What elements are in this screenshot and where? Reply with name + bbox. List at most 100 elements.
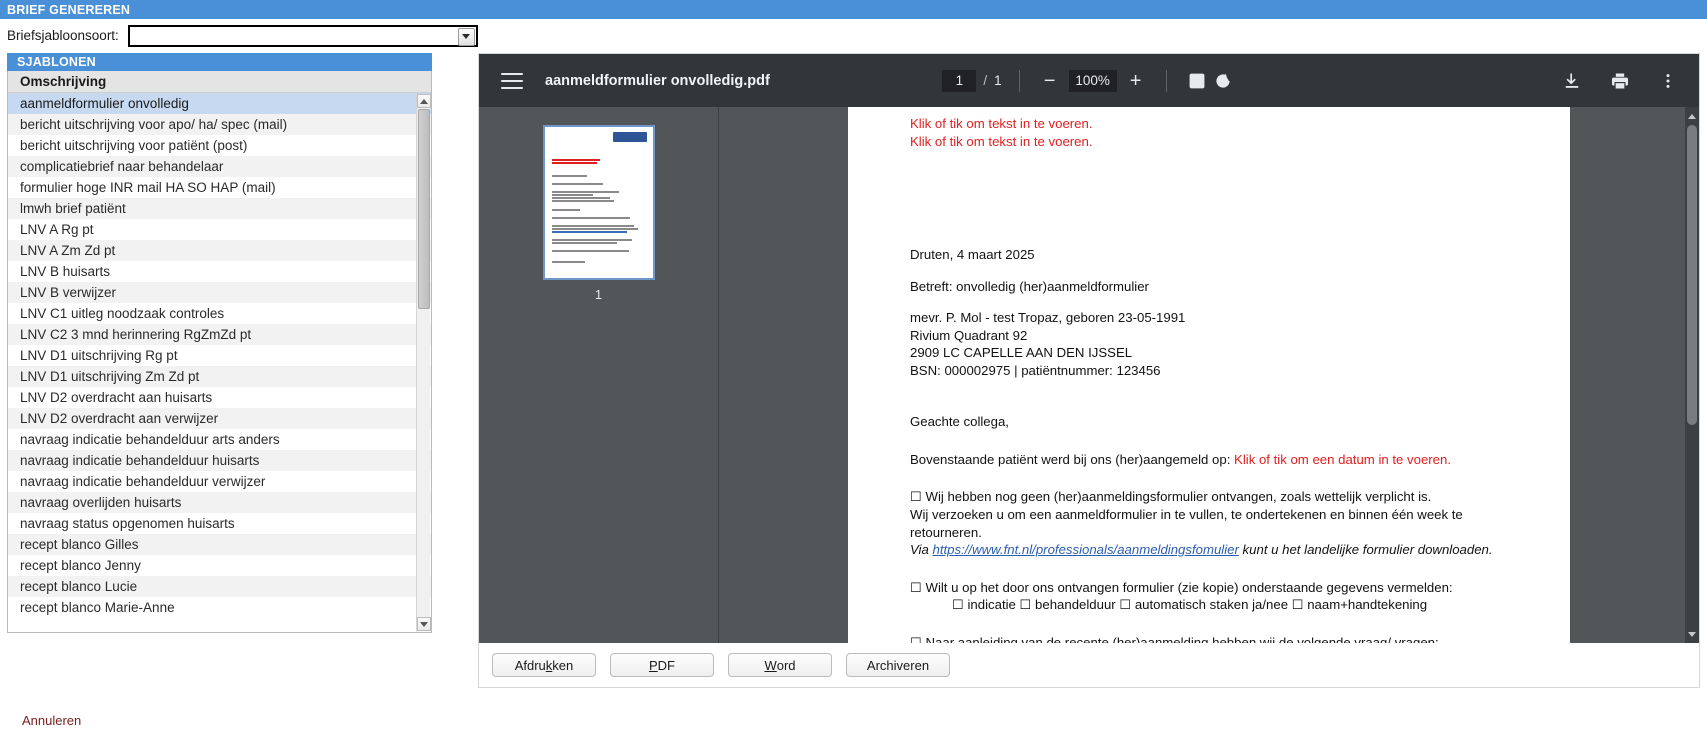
doc-option-1-line-2: Wij verzoeken u om een aanmeldformulier … [910,507,1463,540]
doc-option-1-line-1: ☐ Wij hebben nog geen (her)aanmeldingsfo… [910,488,1508,506]
checkbox-icon: ☐ [910,634,922,644]
fit-to-page-icon[interactable] [1184,68,1210,94]
list-item[interactable]: recept blanco Gilles [8,534,431,555]
templates-list-wrapper: aanmeldformulier onvolledig bericht uitsc… [8,93,431,632]
rotate-icon[interactable] [1210,68,1236,94]
thumbnail-page-number: 1 [595,288,602,302]
list-item[interactable]: LNV B huisarts [8,261,431,282]
pdf-button-accesskey: P [648,657,658,673]
checkbox-icon: ☐ [910,489,922,505]
word-button-accesskey: W [764,657,777,673]
doc-salutation: Geachte collega, [910,414,1009,430]
list-item[interactable]: LNV B verwijzer [8,282,431,303]
list-item[interactable]: LNV D2 overdracht aan huisarts [8,387,431,408]
doc-place-date: Druten, 4 maart 2025 [910,247,1035,263]
templates-panel: SJABLONEN Omschrijving aanmeldformulier … [7,53,432,633]
list-item[interactable]: recept blanco Lucie [8,576,431,597]
window-title-bar: BRIEF GENEREREN [0,0,1707,19]
list-item[interactable]: formulier hoge INR mail HA SO HAP (mail) [8,177,431,198]
list-item[interactable]: navraag indicatie behandelduur verwijzer [8,471,431,492]
footer-bar: Annuleren [0,700,1707,741]
list-item[interactable]: bericht uitschrijving voor patiënt (post… [8,135,431,156]
page-number-input[interactable]: 1 [942,69,977,92]
list-item[interactable]: recept blanco Marie-Anne [8,597,431,618]
letterhead-logo-icon [612,132,647,142]
doc-download-link[interactable]: https://www.fnt.nl/professionals/aanmeld… [933,542,1239,557]
doc-address-line-2: Rivium Quadrant 92 [910,327,1028,343]
toolbar-divider-1 [1018,69,1020,92]
list-item[interactable]: aanmeldformulier onvolledig [8,93,431,114]
pdf-scroll-up-icon[interactable] [1685,109,1699,123]
pdf-button[interactable]: P DF [610,653,714,677]
thumbnail-preview [545,127,653,278]
archive-button-label: Archiveren [866,657,930,673]
list-item[interactable]: navraag indicatie behandelduur arts ande… [8,429,431,450]
list-item[interactable]: LNV C1 uitleg noodzaak controles [8,303,431,324]
pdf-page: Klik of tik om tekst in te voeren. Klik … [848,107,1570,644]
page-separator: / [983,73,988,88]
pdf-page-scroll-area[interactable]: Klik of tik om tekst in te voeren. Klik … [719,107,1699,644]
download-icon[interactable] [1559,68,1585,94]
total-pages-label: 1 [994,73,1002,88]
list-item[interactable]: LNV D1 uitschrijving Zm Zd pt [8,366,431,387]
pdf-action-bar: Afdru k ken P DF Word Archiveren [479,643,1699,687]
list-item[interactable]: navraag indicatie behandelduur huisarts [8,450,431,471]
list-item[interactable]: LNV D1 uitschrijving Rg pt [8,345,431,366]
list-item[interactable]: LNV D2 overdracht aan verwijzer [8,408,431,429]
doc-option-1-text: Wij hebben nog geen (her)aanmeldingsform… [925,489,1432,505]
doc-option-2-line-1: ☐ Wilt u op het door ons ontvangen formu… [910,579,1508,597]
doc-header-line-2: Klik of tik om tekst in te voeren. [910,133,1093,149]
templates-panel-body: Omschrijving aanmeldformulier onvolledig… [7,71,432,633]
pdf-scroll-down-icon[interactable] [1685,627,1699,641]
template-kind-label: Briefsjabloonsoort: [7,28,119,43]
scroll-up-arrow-icon[interactable] [417,94,431,108]
zoom-in-button[interactable]: + [1123,68,1149,94]
list-item[interactable]: LNV A Zm Zd pt [8,240,431,261]
doc-option-2-text: Wilt u op het door ons ontvangen formuli… [925,579,1453,595]
pdf-page-thumbnail[interactable] [542,125,655,280]
list-item[interactable]: bericht uitschrijving voor apo/ ha/ spec… [8,114,431,135]
scroll-down-arrow-icon[interactable] [417,617,431,631]
checkbox-icon: ☐ [910,579,922,595]
list-item[interactable]: navraag overlijden huisarts [8,492,431,513]
print-button[interactable]: Afdru k ken [492,653,596,677]
pdf-scrollbar-thumb[interactable] [1687,125,1697,425]
doc-link-suffix: kunt u het landelijke formulier download… [1238,542,1493,558]
list-item[interactable]: LNV C2 3 mnd herinnering RgZmZd pt [8,324,431,345]
template-kind-select[interactable] [127,24,478,47]
page-title: BRIEF GENEREREN [7,2,131,17]
doc-option-3-text: Naar aanleiding van de recente (her)aanm… [925,634,1439,644]
doc-address-line-3: 2909 LC CAPELLE AAN DEN IJSSEL [910,345,1133,361]
word-button-label-post: ord [776,657,796,673]
templates-scrollbar[interactable] [416,94,431,631]
chevron-down-icon[interactable] [457,27,475,46]
print-icon[interactable] [1607,68,1633,94]
pdf-vertical-scrollbar[interactable] [1685,107,1699,644]
templates-list[interactable]: aanmeldformulier onvolledig bericht uitsc… [8,93,431,632]
doc-header-line-1: Klik of tik om tekst in te voeren. [910,116,1093,131]
templates-column-header-label: Omschrijving [20,74,107,89]
list-item[interactable]: navraag status opgenomen huisarts [8,513,431,534]
list-item[interactable]: lmwh brief patiënt [8,198,431,219]
scrollbar-thumb[interactable] [418,109,430,309]
templates-column-header: Omschrijving [8,71,431,93]
archive-button[interactable]: Archiveren [846,653,950,677]
hamburger-icon[interactable] [501,72,523,89]
brief-genereren-window: BRIEF GENEREREN Briefsjabloonsoort: SJAB… [0,0,1707,741]
cancel-link[interactable]: Annuleren [22,713,81,728]
pdf-thumbnail-pane: 1 [479,107,719,644]
zoom-out-button[interactable]: − [1037,68,1063,94]
doc-intro-line: Bovenstaande patiënt werd bij ons (her)a… [910,451,1508,469]
doc-address-line-4: BSN: 000002975 | patiëntnummer: 123456 [910,362,1161,378]
toolbar-divider-2 [1165,69,1167,92]
word-button[interactable]: Word [728,653,832,677]
print-button-label-pre: Afdru [514,657,546,673]
list-item[interactable]: complicatiebrief naar behandelaar [8,156,431,177]
zoom-level-display[interactable]: 100% [1068,69,1117,92]
pdf-preview-region: aanmeldformulier onvolledig.pdf 1 / 1 − … [478,53,1700,688]
more-vertical-icon[interactable] [1655,68,1681,94]
pdf-toolbar-right [1559,54,1681,107]
list-item[interactable]: recept blanco Jenny [8,555,431,576]
template-kind-row: Briefsjabloonsoort: [0,19,1707,52]
list-item[interactable]: LNV A Rg pt [8,219,431,240]
